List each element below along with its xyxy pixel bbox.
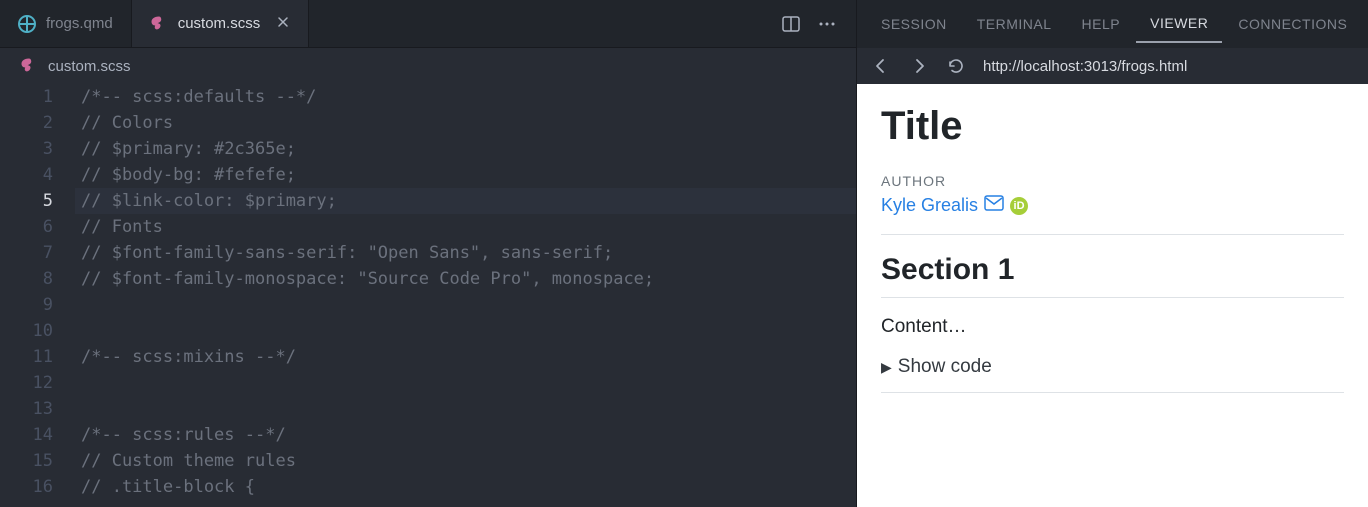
code-line[interactable]: [75, 370, 856, 396]
viewer-toolbar: http://localhost:3013/frogs.html: [857, 48, 1368, 84]
triangle-right-icon: ▶: [881, 359, 892, 376]
line-number: 3: [0, 136, 53, 162]
divider: [881, 297, 1344, 298]
editor-actions: [762, 15, 856, 33]
viewer-url[interactable]: http://localhost:3013/frogs.html: [983, 58, 1354, 75]
line-number: 10: [0, 318, 53, 344]
section-heading: Section 1: [881, 253, 1344, 287]
author-row: Kyle Grealis iD: [881, 195, 1344, 216]
viewer-tab-help[interactable]: HELP: [1068, 6, 1135, 42]
editor-tab-bar: frogs.qmd custom.scss: [0, 0, 856, 48]
line-number: 4: [0, 162, 53, 188]
code-line[interactable]: [75, 396, 856, 422]
viewer-pane: SESSIONTERMINALHELPVIEWERCONNECTIONS htt…: [856, 0, 1368, 507]
viewer-content: Title AUTHOR Kyle Grealis iD Section 1 C…: [857, 84, 1368, 507]
viewer-tab-connections[interactable]: CONNECTIONS: [1224, 6, 1361, 42]
code-line[interactable]: /*-- scss:rules --*/: [75, 422, 856, 448]
author-link[interactable]: Kyle Grealis: [881, 195, 978, 216]
line-number: 11: [0, 344, 53, 370]
show-code-toggle[interactable]: ▶ Show code: [881, 356, 1344, 378]
line-number: 7: [0, 240, 53, 266]
viewer-tab-viewer[interactable]: VIEWER: [1136, 5, 1222, 43]
line-number: 8: [0, 266, 53, 292]
code-line[interactable]: // $font-family-monospace: "Source Code …: [75, 266, 856, 292]
code-line[interactable]: // Fonts: [75, 214, 856, 240]
code-line[interactable]: // $font-family-sans-serif: "Open Sans",…: [75, 240, 856, 266]
orcid-icon[interactable]: iD: [1010, 197, 1028, 215]
line-gutter: 12345678910111213141516: [0, 84, 75, 507]
divider: [881, 392, 1344, 393]
code-line[interactable]: [75, 318, 856, 344]
reload-icon[interactable]: [947, 57, 965, 75]
viewer-tab-session[interactable]: SESSION: [867, 6, 961, 42]
line-number: 13: [0, 396, 53, 422]
line-number: 2: [0, 110, 53, 136]
line-number: 15: [0, 448, 53, 474]
code-line[interactable]: // $primary: #2c365e;: [75, 136, 856, 162]
sass-icon: [20, 57, 38, 75]
viewer-tab-terminal[interactable]: TERMINAL: [963, 6, 1066, 42]
line-number: 9: [0, 292, 53, 318]
tab-label: frogs.qmd: [46, 15, 113, 32]
back-icon[interactable]: [871, 56, 891, 76]
editor-pane: frogs.qmd custom.scss custom.scss: [0, 0, 856, 507]
line-number: 16: [0, 474, 53, 500]
sass-icon: [150, 15, 168, 33]
close-icon[interactable]: [276, 15, 290, 32]
breadcrumb: custom.scss: [0, 48, 856, 84]
line-number: 12: [0, 370, 53, 396]
tab-frogs[interactable]: frogs.qmd: [0, 0, 132, 47]
tab-custom-scss[interactable]: custom.scss: [132, 0, 310, 47]
split-editor-icon[interactable]: [782, 15, 800, 33]
line-number: 6: [0, 214, 53, 240]
code-line[interactable]: /*-- scss:mixins --*/: [75, 344, 856, 370]
code-line[interactable]: // Custom theme rules: [75, 448, 856, 474]
code-lines[interactable]: /*-- scss:defaults --*/// Colors// $prim…: [75, 84, 856, 507]
breadcrumb-file[interactable]: custom.scss: [48, 58, 131, 75]
code-line[interactable]: // $body-bg: #fefefe;: [75, 162, 856, 188]
code-line[interactable]: // $link-color: $primary;: [75, 188, 856, 214]
code-line[interactable]: // Colors: [75, 110, 856, 136]
code-line[interactable]: /*-- scss:defaults --*/: [75, 84, 856, 110]
more-actions-icon[interactable]: [818, 22, 836, 26]
code-editor[interactable]: 12345678910111213141516 /*-- scss:defaul…: [0, 84, 856, 507]
divider: [881, 234, 1344, 235]
content-text: Content…: [881, 316, 1344, 338]
mail-icon[interactable]: [984, 195, 1004, 216]
code-line[interactable]: // .title-block {: [75, 474, 856, 500]
show-code-label: Show code: [898, 356, 992, 378]
line-number: 5: [0, 188, 53, 214]
code-line[interactable]: [75, 292, 856, 318]
line-number: 14: [0, 422, 53, 448]
viewer-tab-bar: SESSIONTERMINALHELPVIEWERCONNECTIONS: [857, 0, 1368, 48]
line-number: 1: [0, 84, 53, 110]
forward-icon[interactable]: [909, 56, 929, 76]
tab-label: custom.scss: [178, 15, 261, 32]
author-label: AUTHOR: [881, 173, 1344, 189]
page-title: Title: [881, 104, 1344, 149]
quarto-icon: [18, 15, 36, 33]
